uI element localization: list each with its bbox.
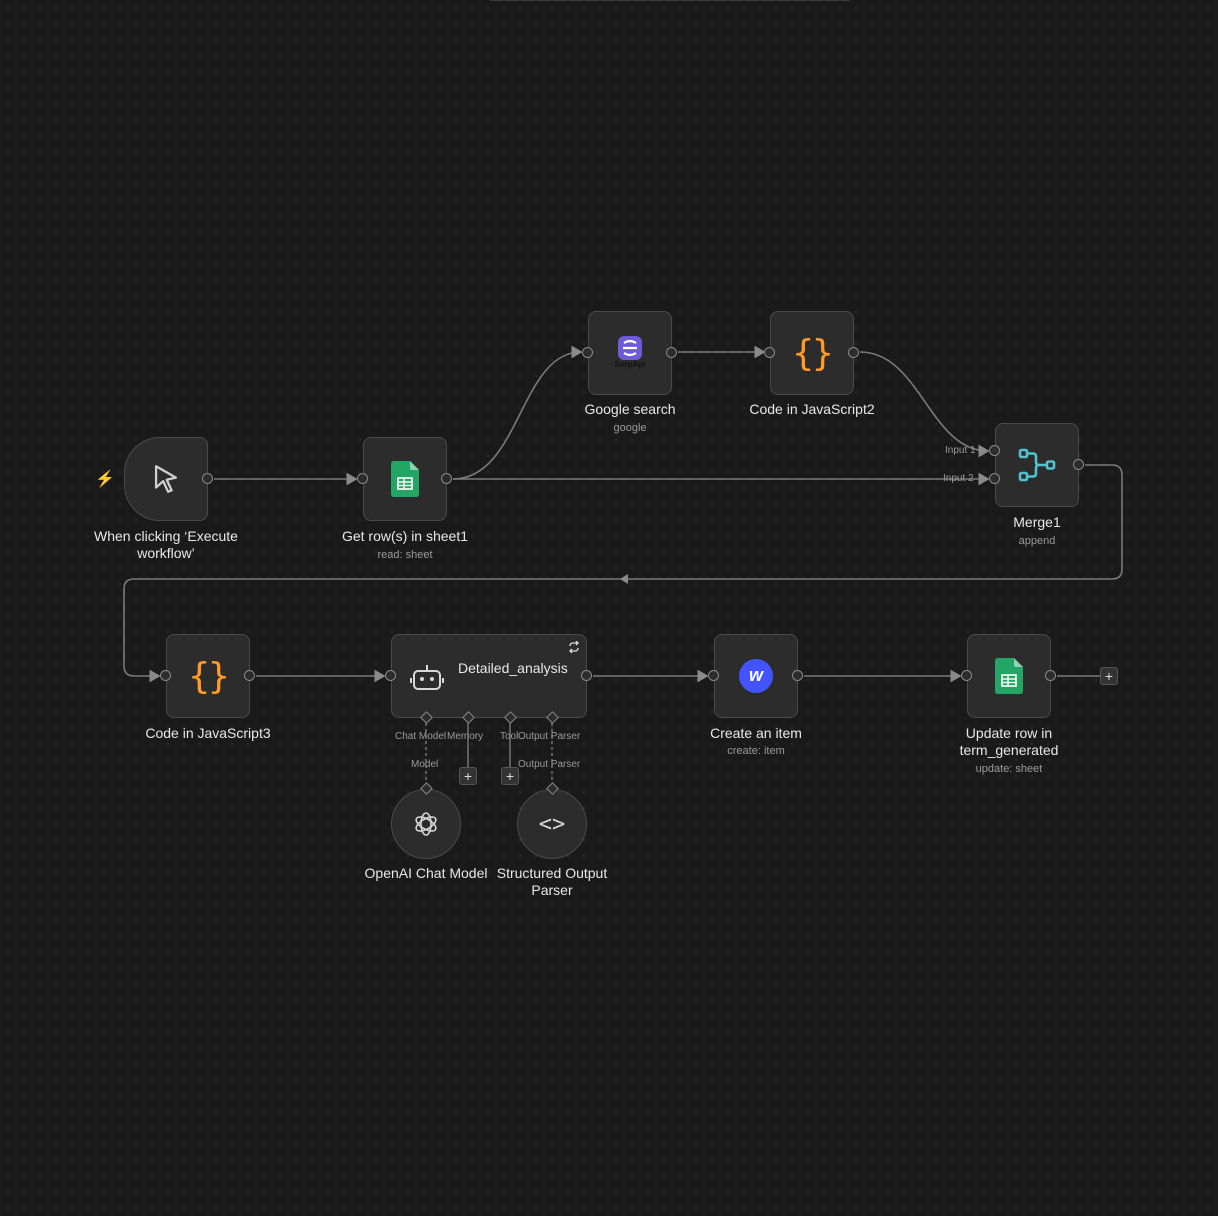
code2-output-port[interactable] [848, 347, 859, 358]
webflow-icon: w [739, 659, 773, 693]
google-sheets-icon [391, 461, 419, 497]
node-structured-output-parser[interactable]: <> [517, 789, 587, 859]
update-label: Update row in term_generated [959, 725, 1059, 758]
merge-label: Merge1 [1013, 514, 1061, 530]
code3-output-port[interactable] [244, 670, 255, 681]
code2-label: Code in JavaScript2 [749, 401, 875, 417]
agent-output-port[interactable] [581, 670, 592, 681]
trigger-label: When clicking ‘Execute workflow’ [94, 528, 238, 561]
merge-input2-port[interactable] [989, 473, 1000, 484]
agent-slot-tool: Tool [500, 731, 518, 742]
node-openai-chat-model[interactable] [391, 789, 461, 859]
code-braces-icon: {} [188, 655, 229, 697]
code3-label: Code in JavaScript3 [145, 725, 271, 741]
getrows-label: Get row(s) in sheet1 [341, 528, 469, 544]
code2-input-port[interactable] [764, 347, 775, 358]
getrows-input-port[interactable] [357, 473, 368, 484]
node-manual-trigger[interactable] [124, 437, 208, 521]
node-agent-detailed-analysis[interactable]: Detailed_analysis [391, 634, 587, 718]
google-input-port[interactable] [582, 347, 593, 358]
robot-icon [410, 665, 444, 690]
agent-under-output-parser: Output Parser [518, 759, 581, 770]
google-output-port[interactable] [666, 347, 677, 358]
serpapi-icon: SerpApi [610, 333, 650, 373]
node-update-row[interactable] [967, 634, 1051, 718]
agent-slot-output-parser: Output Parser [518, 731, 581, 742]
agent-slot-chat-model: Chat Model [395, 731, 447, 742]
parser-label: Structured Output Parser [496, 865, 608, 898]
node-get-rows[interactable] [363, 437, 447, 521]
google-sublabel: google [613, 422, 647, 434]
agent-under-model: Model [411, 759, 439, 770]
node-create-item[interactable]: w [714, 634, 798, 718]
serpapi-logo-text: SerpApi [614, 360, 646, 369]
merge-sublabel: append [1018, 535, 1056, 547]
create-output-port[interactable] [792, 670, 803, 681]
openai-label: OpenAI Chat Model [364, 865, 488, 881]
trigger-bolt-icon: ⚡ [95, 471, 115, 488]
agent-title: Detailed_analysis [458, 660, 568, 676]
add-memory-button[interactable]: + [459, 767, 477, 785]
update-output-port[interactable] [1045, 670, 1056, 681]
merge-input1-port[interactable] [989, 445, 1000, 456]
update-sublabel: update: sheet [975, 763, 1043, 775]
merge-icon [1018, 448, 1056, 482]
edge-direction-arrow [620, 574, 628, 584]
update-input-port[interactable] [961, 670, 972, 681]
trigger-output-port[interactable] [202, 473, 213, 484]
google-label: Google search [584, 401, 676, 417]
google-sheets-icon [995, 658, 1023, 694]
openai-icon [415, 812, 437, 836]
merge-input1-label: Input 1 [945, 445, 976, 456]
node-merge[interactable] [995, 423, 1079, 507]
getrows-output-port[interactable] [441, 473, 452, 484]
code-braces-icon: {} [792, 332, 833, 374]
agent-slot-memory: Memory [447, 731, 484, 742]
add-tool-button[interactable]: + [501, 767, 519, 785]
merge-output-port[interactable] [1073, 459, 1084, 470]
connections-layer [123, 345, 1123, 785]
node-code-js3[interactable]: {} [166, 634, 250, 718]
create-input-port[interactable] [708, 670, 719, 681]
node-google-search[interactable]: SerpApi [588, 311, 672, 395]
cursor-icon [154, 465, 178, 493]
merge-input2-label: Input 2 [943, 473, 974, 484]
code-brackets-icon: <> [538, 811, 566, 837]
loop-icon [569, 641, 579, 653]
add-next-node-button[interactable]: + [1100, 667, 1118, 685]
create-label: Create an item [710, 725, 802, 741]
agent-input-port[interactable] [385, 670, 396, 681]
getrows-sublabel: read: sheet [377, 549, 433, 561]
node-code-js2[interactable]: {} [770, 311, 854, 395]
create-sublabel: create: item [727, 745, 785, 757]
code3-input-port[interactable] [160, 670, 171, 681]
